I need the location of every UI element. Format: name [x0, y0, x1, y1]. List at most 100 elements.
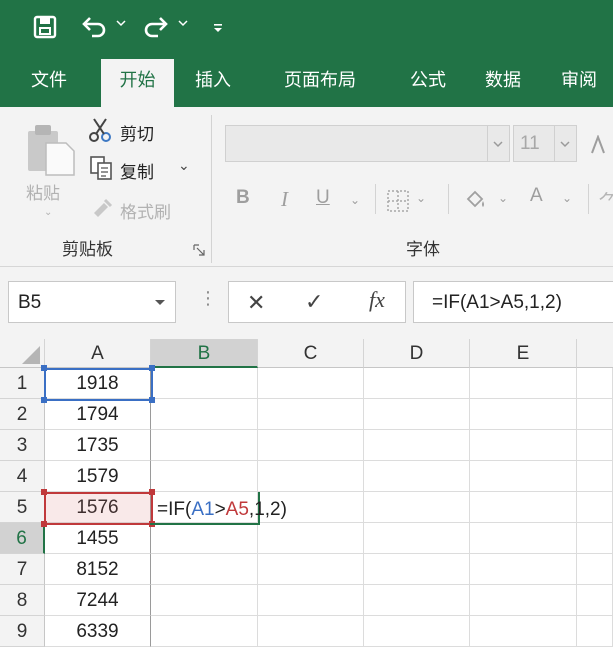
column-header-a[interactable]: A — [45, 339, 151, 368]
cell-f2[interactable] — [577, 399, 613, 430]
cell-c4[interactable] — [258, 461, 364, 492]
cell-e7[interactable] — [470, 554, 577, 585]
column-header-e[interactable]: E — [470, 339, 577, 368]
cell-f5[interactable] — [577, 492, 613, 523]
cell-a6[interactable]: 1455 — [45, 523, 151, 554]
fill-color-dropdown-icon[interactable]: ⌄ — [498, 191, 508, 205]
cell-b9[interactable] — [151, 616, 258, 647]
worksheet-grid[interactable]: A B C D E 1 1918 2 1794 3 1735 4 1579 5 1576 6 1455… — [0, 339, 613, 650]
cell-c2[interactable] — [258, 399, 364, 430]
tab-review[interactable]: 审阅 — [547, 57, 611, 107]
copy-dropdown-icon[interactable]: ⌄ — [178, 157, 190, 174]
cell-c3[interactable] — [258, 430, 364, 461]
cell-e5[interactable] — [470, 492, 577, 523]
row-header-7[interactable]: 7 — [0, 554, 45, 585]
enter-icon[interactable]: ✓ — [305, 289, 323, 315]
tab-home[interactable]: 开始 — [101, 59, 174, 107]
row-header-5[interactable]: 5 — [0, 492, 45, 523]
tab-data[interactable]: 数据 — [470, 57, 536, 107]
format-painter-button[interactable]: 格式刷 — [88, 195, 188, 223]
cell-d3[interactable] — [364, 430, 470, 461]
cell-f3[interactable] — [577, 430, 613, 461]
row-header-2[interactable]: 2 — [0, 399, 45, 430]
redo-dropdown-icon[interactable] — [177, 17, 189, 29]
select-all-button[interactable] — [0, 339, 45, 368]
cell-f7[interactable] — [577, 554, 613, 585]
cell-a3[interactable]: 1735 — [45, 430, 151, 461]
cell-f9[interactable] — [577, 616, 613, 647]
cell-c7[interactable] — [258, 554, 364, 585]
cell-e6[interactable] — [470, 523, 577, 554]
cell-d1[interactable] — [364, 368, 470, 399]
copy-button[interactable]: 复制 ⌄ — [88, 155, 193, 183]
cell-e3[interactable] — [470, 430, 577, 461]
borders-button[interactable]: ⌄ — [386, 189, 432, 213]
borders-dropdown-icon[interactable]: ⌄ — [416, 191, 426, 205]
column-header-c[interactable]: C — [258, 339, 364, 368]
customize-icon[interactable] — [212, 22, 224, 34]
cell-a5[interactable]: 1576 — [45, 492, 151, 523]
cell-a7[interactable]: 8152 — [45, 554, 151, 585]
cell-f8[interactable] — [577, 585, 613, 616]
tab-file[interactable]: 文件 — [14, 57, 84, 107]
fill-color-button[interactable]: ⌄ — [462, 187, 512, 213]
cell-c9[interactable] — [258, 616, 364, 647]
formula-input[interactable]: =IF(A1>A5,1,2) — [413, 281, 613, 323]
cell-f6[interactable] — [577, 523, 613, 554]
cell-f4[interactable] — [577, 461, 613, 492]
column-header-f[interactable] — [577, 339, 613, 368]
tab-page-layout[interactable]: 页面布局 — [258, 57, 382, 107]
formula-bar-grip-icon[interactable]: ⋮ — [199, 289, 217, 307]
cell-b8[interactable] — [151, 585, 258, 616]
font-size-combo[interactable]: 11 — [513, 125, 577, 162]
cancel-icon[interactable]: ✕ — [247, 290, 265, 316]
row-header-3[interactable]: 3 — [0, 430, 45, 461]
font-size-dropdown-icon[interactable] — [554, 126, 576, 161]
increase-font-button[interactable] — [590, 134, 610, 155]
font-color-dropdown-icon[interactable]: ⌄ — [562, 191, 572, 205]
font-name-dropdown-icon[interactable] — [487, 126, 509, 161]
row-header-6[interactable]: 6 — [0, 523, 45, 554]
cell-e2[interactable] — [470, 399, 577, 430]
cell-b5-editor[interactable]: =IF(A1>A5,1,2) — [157, 494, 287, 525]
cell-d9[interactable] — [364, 616, 470, 647]
column-header-b[interactable]: B — [151, 339, 258, 368]
italic-button[interactable]: I — [281, 187, 288, 212]
underline-button[interactable]: U — [316, 187, 330, 209]
cell-d4[interactable] — [364, 461, 470, 492]
row-header-4[interactable]: 4 — [0, 461, 45, 492]
cell-b6[interactable] — [151, 523, 258, 554]
row-header-1[interactable]: 1 — [0, 368, 45, 399]
cell-d6[interactable] — [364, 523, 470, 554]
tab-formulas[interactable]: 公式 — [396, 57, 460, 107]
cell-c8[interactable] — [258, 585, 364, 616]
cell-d2[interactable] — [364, 399, 470, 430]
cell-e9[interactable] — [470, 616, 577, 647]
cell-e1[interactable] — [470, 368, 577, 399]
cell-a8[interactable]: 7244 — [45, 585, 151, 616]
cell-d7[interactable] — [364, 554, 470, 585]
clipboard-launcher-icon[interactable] — [193, 244, 205, 256]
phonetic-icon[interactable]: ⺈ — [598, 187, 613, 214]
paste-dropdown-icon[interactable]: ⌄ — [44, 207, 52, 218]
row-header-8[interactable]: 8 — [0, 585, 45, 616]
cell-a9[interactable]: 6339 — [45, 616, 151, 647]
cell-e8[interactable] — [470, 585, 577, 616]
cell-c6[interactable] — [258, 523, 364, 554]
save-icon[interactable] — [32, 12, 58, 42]
cell-a2[interactable]: 1794 — [45, 399, 151, 430]
cell-b7[interactable] — [151, 554, 258, 585]
cell-a4[interactable]: 1579 — [45, 461, 151, 492]
column-header-d[interactable]: D — [364, 339, 470, 368]
insert-function-button[interactable]: fx — [369, 287, 385, 313]
redo-icon[interactable] — [142, 12, 170, 42]
tab-insert[interactable]: 插入 — [180, 57, 246, 107]
name-box-dropdown-icon[interactable] — [154, 299, 166, 307]
row-header-9[interactable]: 9 — [0, 616, 45, 647]
cell-b2[interactable] — [151, 399, 258, 430]
cell-f1[interactable] — [577, 368, 613, 399]
name-box[interactable]: B5 — [8, 281, 176, 323]
cell-b4[interactable] — [151, 461, 258, 492]
cut-button[interactable]: 剪切 — [88, 117, 178, 145]
cell-d8[interactable] — [364, 585, 470, 616]
